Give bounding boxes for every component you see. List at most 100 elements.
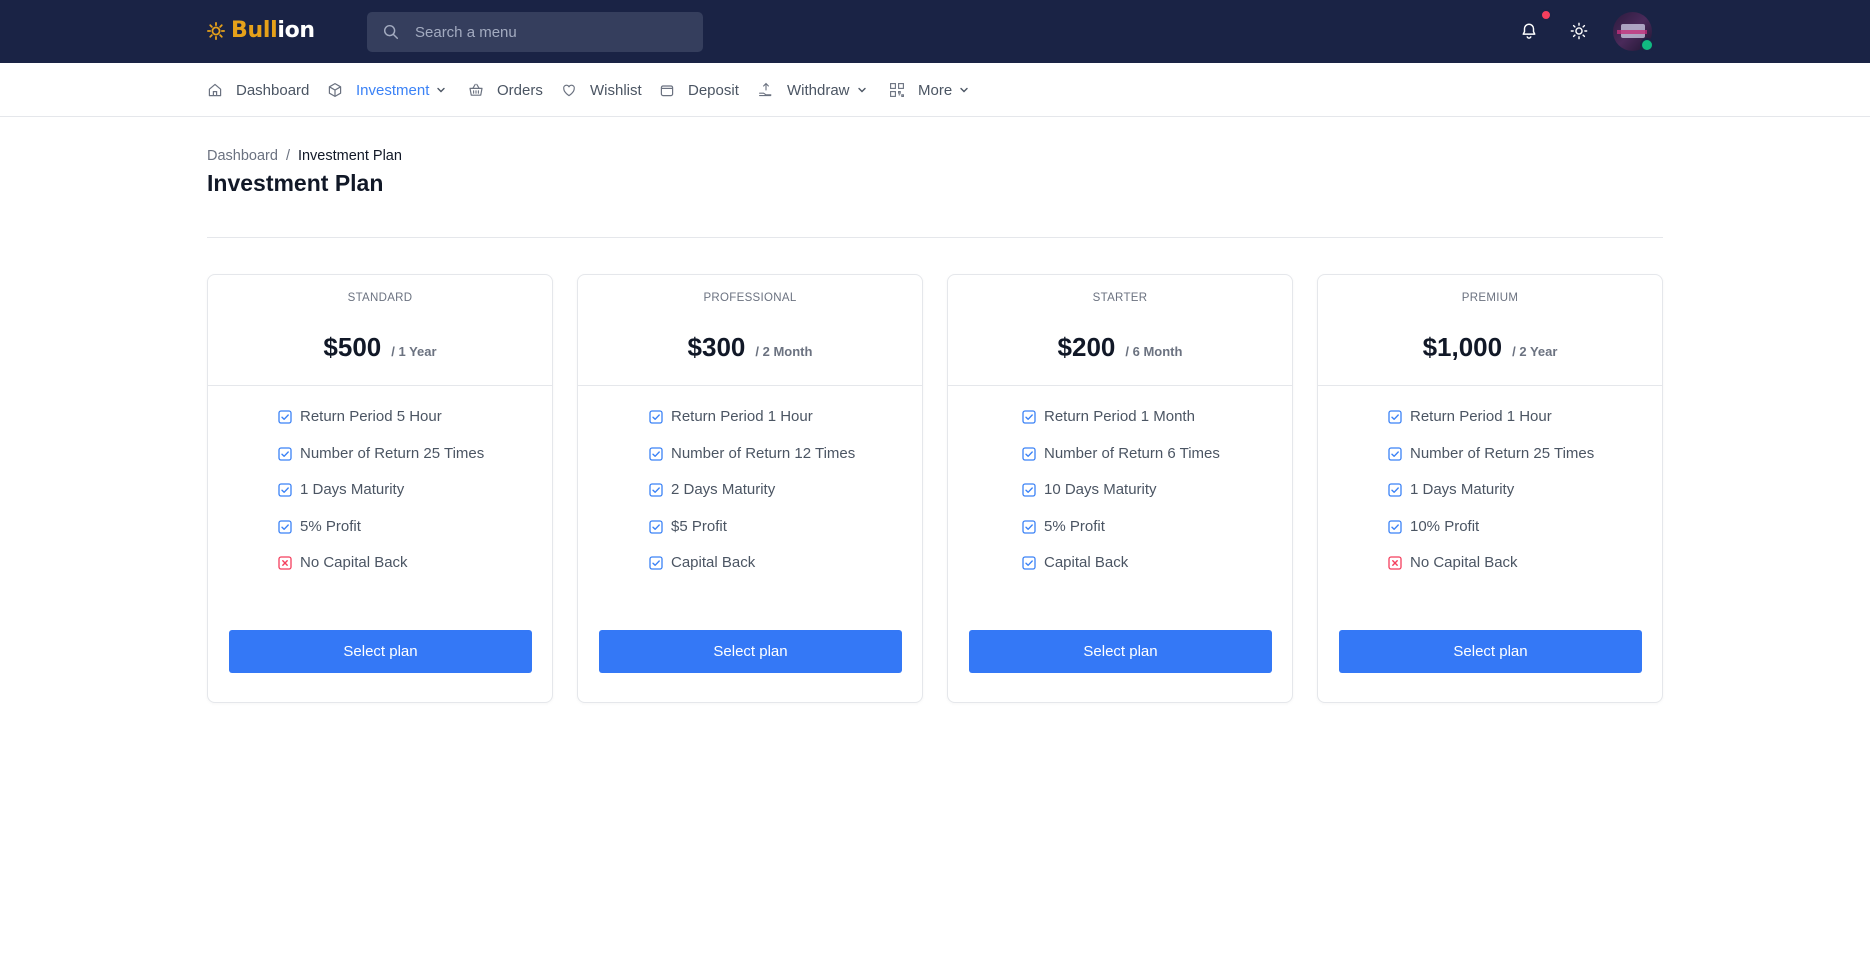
feature-item: Return Period 1 Hour [1388, 408, 1594, 445]
checkbox-checked-icon [278, 446, 292, 461]
search-box[interactable] [367, 12, 703, 52]
checkbox-checked-icon [278, 410, 292, 424]
feature-item: 2 Days Maturity [649, 481, 855, 518]
plan-price: $200 [1057, 332, 1116, 362]
nav-label: Withdraw [787, 81, 850, 99]
select-plan-button[interactable]: Select plan [599, 630, 902, 673]
feature-item: 10 Days Maturity [1022, 481, 1220, 518]
nav-item-dashboard[interactable]: Dashboard [207, 63, 309, 117]
plan-price-row: $500 / 1 Year [208, 332, 552, 363]
feature-text: 1 Days Maturity [1410, 481, 1515, 499]
feature-item: 5% Profit [278, 518, 484, 555]
page-title: Investment Plan [207, 170, 384, 196]
feature-text: Number of Return 25 Times [300, 444, 485, 462]
breadcrumb-current: Investment Plan [297, 148, 402, 164]
nav-item-orders[interactable]: Orders [468, 63, 543, 117]
feature-text: 1 Days Maturity [300, 481, 405, 499]
feature-item: 1 Days Maturity [1388, 481, 1594, 518]
feature-list: Return Period 1 Hour Number of Return 25 … [1388, 408, 1594, 591]
checkbox-checked-icon [1022, 410, 1036, 424]
plan-period: / 2 Month [755, 344, 813, 359]
select-plan-button[interactable]: Select plan [229, 630, 532, 673]
feature-list: Return Period 1 Month Number of Return 6 … [1022, 408, 1220, 591]
card-divider [208, 385, 552, 386]
card-divider [1318, 385, 1662, 386]
feature-item: Number of Return 6 Times [1022, 445, 1220, 482]
feature-text: Return Period 1 Hour [671, 408, 813, 425]
home-icon [208, 83, 222, 97]
plan-card-premium: PREMIUM $1,000 / 2 Year Return Period 1 … [1317, 274, 1663, 703]
checkbox-checked-icon [1022, 483, 1036, 497]
checkbox-checked-icon [1388, 446, 1402, 461]
select-plan-button[interactable]: Select plan [969, 630, 1272, 673]
chevron-down-icon [857, 87, 866, 93]
feature-item: 1 Days Maturity [278, 481, 484, 518]
checkbox-checked-icon [1388, 520, 1402, 534]
feature-item: Number of Return 25 Times [1388, 445, 1594, 482]
feature-list: Return Period 5 Hour Number of Return 25 … [278, 408, 484, 591]
checkbox-cross-icon [278, 556, 292, 571]
breadcrumb-link-dashboard[interactable]: Dashboard [207, 148, 278, 164]
checkbox-checked-icon [278, 520, 292, 534]
nav-label: Wishlist [590, 81, 642, 99]
feature-item: 10% Profit [1388, 518, 1594, 555]
search-input[interactable] [415, 23, 675, 41]
main-nav: Dashboard Investment Orders Wishlist Dep… [0, 63, 1870, 117]
basket-icon [469, 83, 483, 96]
nav-item-more[interactable]: More [889, 63, 970, 117]
logo-icon [207, 21, 225, 40]
plan-period: / 1 Year [391, 344, 437, 359]
checkbox-checked-icon [649, 446, 663, 461]
feature-text: Return Period 5 Hour [300, 408, 442, 425]
plan-period: / 6 Month [1125, 344, 1183, 359]
bell-icon[interactable] [1520, 22, 1538, 40]
nav-label: Deposit [688, 81, 739, 99]
plan-name: STANDARD [347, 292, 413, 304]
checkbox-checked-icon [1022, 520, 1036, 534]
chevron-down-icon [960, 87, 968, 93]
plan-price-row: $1,000 / 2 Year [1318, 332, 1662, 363]
checkbox-cross-icon [1388, 556, 1402, 571]
feature-text: 5% Profit [1044, 517, 1105, 535]
brand-logo[interactable]: Bullion [207, 18, 315, 43]
select-plan-button[interactable]: Select plan [1339, 630, 1642, 673]
plan-price: $300 [687, 332, 746, 362]
feature-text: Return Period 1 Month [1044, 408, 1195, 425]
nav-item-withdraw[interactable]: Withdraw [758, 63, 868, 117]
plan-price: $1,000 [1422, 332, 1503, 362]
plan-card-professional: PROFESSIONAL $300 / 2 Month Return Perio… [577, 274, 923, 703]
feature-item: Number of Return 25 Times [278, 445, 484, 482]
qr-icon [890, 83, 904, 97]
nav-item-wishlist[interactable]: Wishlist [561, 63, 642, 117]
nav-label: Orders [497, 81, 543, 99]
feature-item: Number of Return 12 Times [649, 445, 855, 482]
feature-item: Capital Back [649, 554, 855, 591]
nav-item-deposit[interactable]: Deposit [659, 63, 739, 117]
online-status-dot [1640, 38, 1654, 52]
brand-name-part2: ion [277, 18, 315, 43]
checkbox-checked-icon [1388, 410, 1402, 424]
feature-text: Capital Back [1044, 554, 1129, 572]
sun-icon[interactable] [1570, 22, 1588, 40]
header-divider [207, 237, 1663, 238]
feature-list: Return Period 1 Hour Number of Return 12 … [649, 408, 855, 591]
feature-text: Number of Return 25 Times [1410, 444, 1595, 462]
nav-label: Investment [356, 81, 430, 99]
feature-text: Number of Return 12 Times [671, 444, 856, 462]
card-divider [578, 385, 922, 386]
plan-card-starter: STARTER $200 / 6 Month Return Period 1 M… [947, 274, 1293, 703]
chevron-down-icon [437, 87, 446, 93]
feature-text: Capital Back [671, 554, 756, 572]
nav-item-investment[interactable]: Investment [327, 63, 447, 117]
search-icon [383, 24, 399, 40]
wallet-icon [660, 85, 674, 97]
plan-name: PROFESSIONAL [703, 292, 797, 304]
checkbox-checked-icon [649, 556, 663, 571]
feature-text: No Capital Back [1410, 554, 1518, 572]
feature-text: Return Period 1 Hour [1410, 408, 1552, 425]
checkbox-checked-icon [1388, 483, 1402, 497]
checkbox-checked-icon [278, 483, 292, 497]
feature-item: Return Period 5 Hour [278, 408, 484, 445]
card-divider [948, 385, 1292, 386]
top-bar: Bullion [0, 0, 1870, 63]
